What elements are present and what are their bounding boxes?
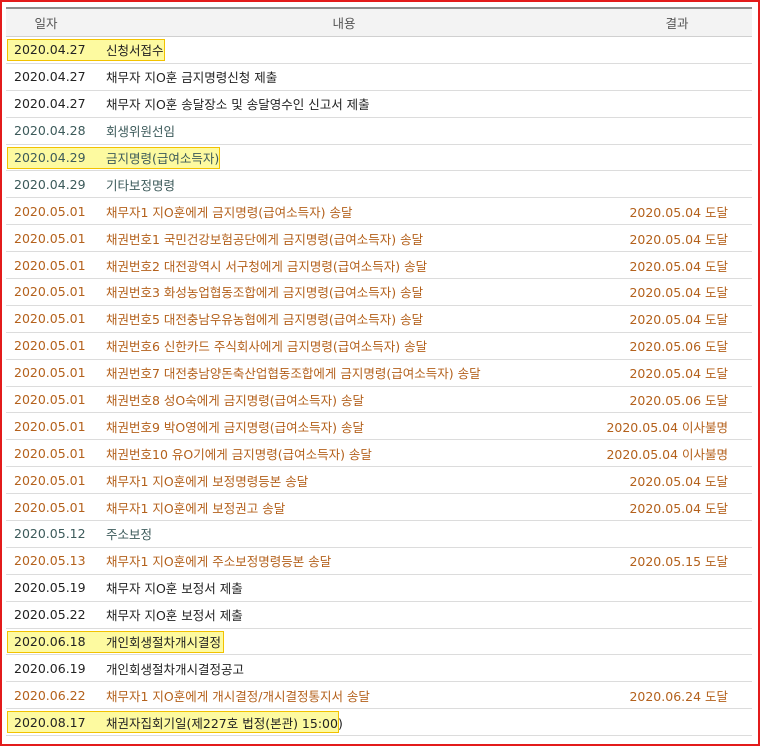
- row-content: 기타보정명령: [106, 177, 176, 193]
- row-date: 2020.05.01: [14, 499, 86, 515]
- row-date: 2020.05.01: [14, 284, 86, 300]
- row-date: 2020.05.01: [14, 311, 86, 327]
- table-row: 2020.06.22 채무자1 지O훈에게 개시결정/개시결정통지서 송달 2020…: [6, 682, 752, 710]
- table-header: 일자 내용 결과: [6, 7, 752, 37]
- row-content: 채권번호10 유O기에게 금지명령(급여소득자) 송달: [106, 446, 372, 462]
- row-content: 채권번호7 대전충남양돈축산업협동조합에게 금지명령(급여소득자) 송달: [106, 366, 481, 382]
- row-result: 2020.05.04 이사불명: [606, 419, 728, 435]
- row-result: 2020.05.04 도달: [629, 366, 728, 382]
- row-result: 2020.05.06 도달: [629, 339, 728, 355]
- table-row: 2020.05.01 채권번호5 대전충남우유농협에게 금지명령(급여소득자) 송…: [6, 306, 752, 333]
- row-content: 채권번호9 박O영에게 금지명령(급여소득자) 송달: [106, 419, 364, 435]
- row-result: 2020.05.06 도달: [629, 393, 728, 409]
- row-date: 2020.04.27: [14, 69, 86, 85]
- row-content: 개인회생절차개시결정공고: [106, 661, 245, 677]
- table-row: 2020.05.01 채권번호8 성O숙에게 금지명령(급여소득자) 송달 2020…: [6, 387, 752, 414]
- row-content: 채권번호8 성O숙에게 금지명령(급여소득자) 송달: [106, 393, 364, 409]
- row-content: 채권번호5 대전충남우유농협에게 금지명령(급여소득자) 송달: [106, 312, 424, 328]
- row-content: 채권번호6 신한카드 주식회사에게 금지명령(급여소득자) 송달: [106, 339, 428, 355]
- table-row: 2020.05.12 주소보정: [6, 521, 752, 548]
- row-date: 2020.05.01: [14, 365, 86, 381]
- row-content: 채권번호3 화성농업협동조합에게 금지명령(급여소득자) 송달: [106, 285, 424, 301]
- table-row: 2020.05.22 채무자 지O훈 보정서 제출: [6, 602, 752, 629]
- row-result: 2020.05.15 도달: [629, 554, 728, 570]
- row-content: 신청서접수: [106, 43, 164, 59]
- row-content: 주소보정: [106, 527, 153, 543]
- table-body: 2020.04.27 신청서접수 2020.04.27 채무자 지O훈 금지명령신청 …: [6, 37, 752, 737]
- row-result: 2020.05.04 도달: [629, 285, 728, 301]
- row-date: 2020.05.01: [14, 418, 86, 434]
- row-content: 채무자1 지O훈에게 개시결정/개시결정통지서 송달: [106, 688, 370, 704]
- table-row: 2020.04.28 회생위원선임: [6, 118, 752, 145]
- row-date: 2020.04.29: [14, 176, 86, 192]
- row-result: 2020.05.04 도달: [629, 500, 728, 516]
- table-row: 2020.04.27 채무자 지O훈 송달장소 및 송달영수인 신고서 제출: [6, 91, 752, 118]
- row-result: 2020.05.04 도달: [629, 312, 728, 328]
- row-content: 개인회생절차개시결정: [106, 635, 222, 651]
- row-content: 채권번호2 대전광역시 서구청에게 금지명령(급여소득자) 송달: [106, 258, 428, 274]
- row-content: 채권번호1 국민건강보험공단에게 금지명령(급여소득자) 송달: [106, 231, 424, 247]
- table-row: 2020.04.27 채무자 지O훈 금지명령신청 제출: [6, 64, 752, 91]
- table-row: 2020.04.29 금지명령(급여소득자): [6, 145, 752, 172]
- row-date: 2020.05.01: [14, 338, 86, 354]
- row-date: 2020.05.12: [14, 526, 86, 542]
- table-row: 2020.08.17 채권자집회기일(제227호 법정(본관) 15:00): [6, 709, 752, 737]
- table-row: 2020.05.01 채권번호3 화성농업협동조합에게 금지명령(급여소득자) 송…: [6, 279, 752, 306]
- row-date: 2020.04.27: [14, 96, 86, 112]
- table-row: 2020.05.13 채무자1 지O훈에게 주소보정명령등본 송달 2020.05.…: [6, 548, 752, 575]
- row-content: 채무자 지O훈 금지명령신청 제출: [106, 70, 278, 86]
- row-date: 2020.06.19: [14, 660, 86, 676]
- header-date: 일자: [34, 16, 58, 31]
- table-row: 2020.06.18 개인회생절차개시결정: [6, 629, 752, 656]
- row-result: 2020.05.04 이사불명: [606, 446, 728, 462]
- table-row: 2020.05.01 채권번호7 대전충남양돈축산업협동조합에게 금지명령(급여소…: [6, 360, 752, 387]
- row-content: 금지명령(급여소득자): [106, 151, 220, 166]
- row-content: 채무자1 지O훈에게 주소보정명령등본 송달: [106, 554, 332, 570]
- table-row: 2020.04.27 신청서접수: [6, 37, 752, 64]
- table-row: 2020.05.01 채권번호6 신한카드 주식회사에게 금지명령(급여소득자) …: [6, 333, 752, 360]
- row-date: 2020.05.13: [14, 553, 86, 569]
- table-row: 2020.05.01 채권번호2 대전광역시 서구청에게 금지명령(급여소득자) …: [6, 252, 752, 280]
- row-date: 2020.05.01: [14, 445, 86, 461]
- row-result: 2020.06.24 도달: [629, 688, 728, 704]
- table-row: 2020.05.01 채권번호9 박O영에게 금지명령(급여소득자) 송달 2020…: [6, 413, 752, 441]
- row-date: 2020.06.18: [14, 634, 86, 650]
- row-content: 채무자 지O훈 보정서 제출: [106, 581, 243, 597]
- row-result: 2020.05.04 도달: [629, 258, 728, 274]
- row-content: 채무자1 지O훈에게 보정명령등본 송달: [106, 473, 309, 489]
- row-date: 2020.06.22: [14, 687, 86, 703]
- table-row: 2020.05.01 채무자1 지O훈에게 보정명령등본 송달 2020.05.04…: [6, 467, 752, 495]
- header-content: 내용: [332, 16, 356, 31]
- header-result: 결과: [665, 16, 689, 31]
- table-row: 2020.05.01 채무자1 지O훈에게 금지명령(급여소득자) 송달 2020.…: [6, 198, 752, 226]
- row-date: 2020.05.01: [14, 257, 86, 273]
- row-date: 2020.05.01: [14, 203, 86, 219]
- row-date: 2020.05.01: [14, 392, 86, 408]
- table-row: 2020.06.19 개인회생절차개시결정공고: [6, 655, 752, 683]
- row-result: 2020.05.04 도달: [629, 231, 728, 247]
- row-date: 2020.05.01: [14, 472, 86, 488]
- table-row: 2020.05.19 채무자 지O훈 보정서 제출: [6, 575, 752, 602]
- row-date: 2020.04.28: [14, 123, 86, 139]
- row-date: 2020.05.19: [14, 580, 86, 596]
- row-content: 채무자1 지O훈에게 보정권고 송달: [106, 500, 286, 516]
- row-date: 2020.05.22: [14, 607, 86, 623]
- table-row: 2020.04.29 기타보정명령: [6, 171, 752, 199]
- row-date: 2020.04.27: [14, 42, 86, 58]
- row-content: 회생위원선임: [106, 124, 176, 140]
- row-result: 2020.05.04 도달: [629, 473, 728, 489]
- table-row: 2020.05.01 채권번호10 유O기에게 금지명령(급여소득자) 송달 202…: [6, 440, 752, 468]
- row-date: 2020.04.29: [14, 150, 86, 165]
- row-date: 2020.08.17: [14, 714, 86, 730]
- case-progress-table: 일자 내용 결과 2020.04.27 신청서접수 2020.04.27 채무자 지O…: [6, 7, 752, 737]
- row-content: 채무자 지O훈 송달장소 및 송달영수인 신고서 제출: [106, 97, 370, 113]
- row-content: 채무자 지O훈 보정서 제출: [106, 608, 243, 624]
- table-row: 2020.05.01 채권번호1 국민건강보험공단에게 금지명령(급여소득자) 송…: [6, 225, 752, 253]
- row-date: 2020.05.01: [14, 230, 86, 246]
- table-row: 2020.05.01 채무자1 지O훈에게 보정권고 송달 2020.05.04 도…: [6, 494, 752, 522]
- row-content: 채권자집회기일(제227호 법정(본관) 15:00): [106, 715, 343, 731]
- row-result: 2020.05.04 도달: [629, 204, 728, 220]
- row-content: 채무자1 지O훈에게 금지명령(급여소득자) 송달: [106, 204, 353, 220]
